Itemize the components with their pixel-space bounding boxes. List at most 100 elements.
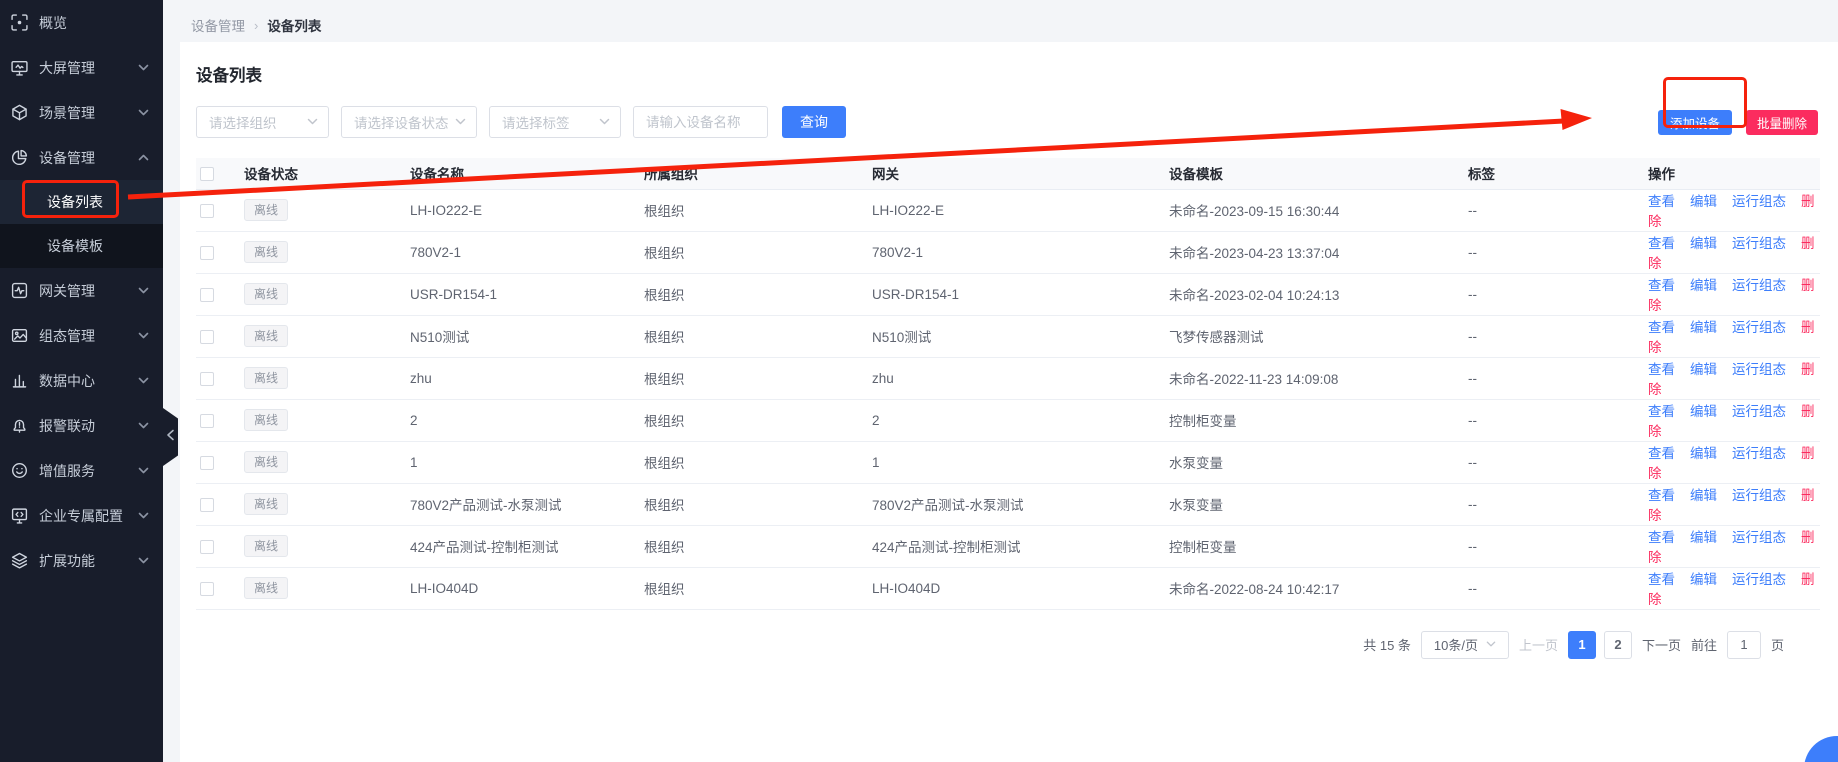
select-all-checkbox[interactable]: [200, 167, 214, 181]
status-badge: 离线: [244, 367, 288, 389]
status-badge: 离线: [244, 241, 288, 263]
row-action-查看[interactable]: 查看: [1648, 446, 1675, 461]
search-button[interactable]: 查询: [782, 106, 846, 138]
sidebar-item-label: 扩展功能: [39, 551, 95, 571]
row-checkbox[interactable]: [200, 330, 214, 344]
sidebar-item-报警联动[interactable]: 报警联动: [0, 403, 163, 448]
table-row: 离线 zhu 根组织 zhu 未命名-2022-11-23 14:09:08 -…: [196, 357, 1820, 399]
row-action-运行组态[interactable]: 运行组态: [1732, 530, 1786, 545]
page-number-2[interactable]: 2: [1604, 631, 1632, 659]
row-action-查看[interactable]: 查看: [1648, 320, 1675, 335]
cell-tag: --: [1464, 357, 1644, 399]
row-checkbox[interactable]: [200, 456, 214, 470]
row-checkbox[interactable]: [200, 372, 214, 386]
overview-icon: [10, 14, 28, 32]
cell-template: 未命名-2023-04-23 13:37:04: [1165, 231, 1464, 273]
row-action-查看[interactable]: 查看: [1648, 404, 1675, 419]
row-action-运行组态[interactable]: 运行组态: [1732, 362, 1786, 377]
cell-device-name: 780V2产品测试-水泵测试: [406, 483, 640, 525]
sidebar-subitem-设备列表[interactable]: 设备列表: [0, 180, 163, 224]
row-action-编辑[interactable]: 编辑: [1690, 278, 1717, 293]
row-action-查看[interactable]: 查看: [1648, 362, 1675, 377]
cell-template: 水泵变量: [1165, 441, 1464, 483]
row-checkbox[interactable]: [200, 414, 214, 428]
next-page-button[interactable]: 下一页: [1642, 635, 1681, 654]
row-action-运行组态[interactable]: 运行组态: [1732, 194, 1786, 209]
row-checkbox[interactable]: [200, 498, 214, 512]
cell-org: 根组织: [640, 525, 868, 567]
sidebar-item-设备管理[interactable]: 设备管理: [0, 135, 163, 180]
cell-org: 根组织: [640, 441, 868, 483]
row-action-运行组态[interactable]: 运行组态: [1732, 446, 1786, 461]
breadcrumb-item-parent[interactable]: 设备管理: [191, 15, 245, 35]
chevron-down-icon: [138, 555, 149, 566]
breadcrumb-item-current: 设备列表: [267, 15, 321, 35]
cell-tag: --: [1464, 483, 1644, 525]
org-select[interactable]: 请选择组织: [196, 106, 329, 138]
row-checkbox[interactable]: [200, 540, 214, 554]
row-action-编辑[interactable]: 编辑: [1690, 320, 1717, 335]
row-action-编辑[interactable]: 编辑: [1690, 194, 1717, 209]
pagination: 共 15 条 10条/页 上一页 12 下一页 前往 页: [196, 631, 1820, 659]
sidebar-item-企业专属配置[interactable]: 企业专属配置: [0, 493, 163, 538]
cell-device-name: LH-IO222-E: [406, 189, 640, 231]
tag-select[interactable]: 请选择标签: [489, 106, 621, 138]
sidebar-item-增值服务[interactable]: 增值服务: [0, 448, 163, 493]
row-action-查看[interactable]: 查看: [1648, 530, 1675, 545]
row-checkbox[interactable]: [200, 582, 214, 596]
device-status-select[interactable]: 请选择设备状态: [341, 106, 477, 138]
main-content: 设备管理 › 设备列表 设备列表 请选择组织 请选择设备状态 请选择标签 查询 …: [163, 0, 1838, 762]
row-action-编辑[interactable]: 编辑: [1690, 236, 1717, 251]
row-action-编辑[interactable]: 编辑: [1690, 362, 1717, 377]
chevron-down-icon: [138, 107, 149, 118]
sidebar-subitem-label: 设备模板: [47, 236, 103, 256]
row-action-编辑[interactable]: 编辑: [1690, 530, 1717, 545]
add-device-button[interactable]: 添加设备: [1658, 110, 1732, 135]
row-checkbox[interactable]: [200, 204, 214, 218]
sidebar-item-概览[interactable]: 概览: [0, 0, 163, 45]
chevron-down-icon: [138, 285, 149, 296]
row-checkbox[interactable]: [200, 288, 214, 302]
table-row: 离线 USR-DR154-1 根组织 USR-DR154-1 未命名-2023-…: [196, 273, 1820, 315]
row-action-运行组态[interactable]: 运行组态: [1732, 320, 1786, 335]
status-badge: 离线: [244, 535, 288, 557]
sidebar-item-label: 报警联动: [39, 416, 95, 436]
sidebar-item-场景管理[interactable]: 场景管理: [0, 90, 163, 135]
row-action-编辑[interactable]: 编辑: [1690, 488, 1717, 503]
row-action-编辑[interactable]: 编辑: [1690, 404, 1717, 419]
pagination-total: 共 15 条: [1363, 635, 1411, 654]
device-name-input[interactable]: [633, 106, 768, 138]
sidebar-item-数据中心[interactable]: 数据中心: [0, 358, 163, 403]
column-header: 网关: [868, 158, 1165, 189]
sidebar-item-网关管理[interactable]: 网关管理: [0, 268, 163, 313]
row-action-查看[interactable]: 查看: [1648, 278, 1675, 293]
sidebar-subitem-设备模板[interactable]: 设备模板: [0, 224, 163, 268]
row-checkbox[interactable]: [200, 246, 214, 260]
row-action-运行组态[interactable]: 运行组态: [1732, 572, 1786, 587]
prev-page-button[interactable]: 上一页: [1519, 635, 1558, 654]
cell-actions: 查看编辑运行组态删除: [1644, 231, 1820, 273]
chevron-down-icon: [138, 420, 149, 431]
sidebar-item-label: 设备管理: [39, 148, 95, 168]
row-action-查看[interactable]: 查看: [1648, 488, 1675, 503]
cell-gateway: 780V2产品测试-水泵测试: [868, 483, 1165, 525]
row-action-运行组态[interactable]: 运行组态: [1732, 404, 1786, 419]
row-action-编辑[interactable]: 编辑: [1690, 446, 1717, 461]
row-action-运行组态[interactable]: 运行组态: [1732, 236, 1786, 251]
sidebar-item-大屏管理[interactable]: 大屏管理: [0, 45, 163, 90]
sidebar-item-扩展功能[interactable]: 扩展功能: [0, 538, 163, 583]
page-number-1[interactable]: 1: [1568, 631, 1596, 659]
breadcrumb-separator: ›: [254, 18, 258, 33]
batch-delete-button[interactable]: 批量删除: [1746, 110, 1818, 135]
row-action-查看[interactable]: 查看: [1648, 572, 1675, 587]
goto-page-input[interactable]: [1727, 631, 1761, 659]
cell-template: 未命名-2023-09-15 16:30:44: [1165, 189, 1464, 231]
row-action-运行组态[interactable]: 运行组态: [1732, 488, 1786, 503]
device-status-select-placeholder: 请选择设备状态: [354, 112, 455, 132]
row-action-查看[interactable]: 查看: [1648, 194, 1675, 209]
row-action-查看[interactable]: 查看: [1648, 236, 1675, 251]
sidebar-item-组态管理[interactable]: 组态管理: [0, 313, 163, 358]
page-size-select[interactable]: 10条/页: [1421, 631, 1509, 659]
row-action-运行组态[interactable]: 运行组态: [1732, 278, 1786, 293]
row-action-编辑[interactable]: 编辑: [1690, 572, 1717, 587]
